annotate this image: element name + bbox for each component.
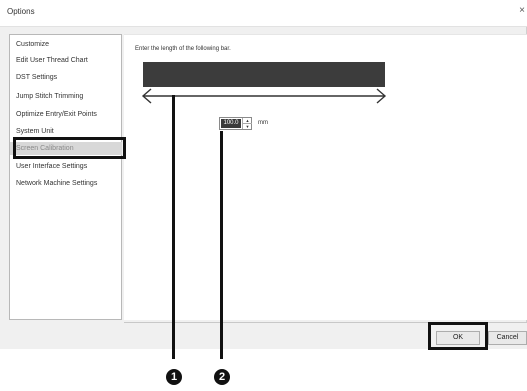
title-bar: Options × bbox=[0, 0, 527, 27]
instruction-text: Enter the length of the following bar. bbox=[135, 46, 231, 52]
measurement-arrow-icon bbox=[141, 88, 387, 104]
window-title: Options bbox=[7, 7, 35, 16]
ok-button-highlight bbox=[428, 322, 488, 350]
callout-line-2 bbox=[220, 131, 223, 359]
sidebar-item-customize[interactable]: Customize bbox=[10, 38, 122, 51]
options-dialog: Options × Customize Edit User Thread Cha… bbox=[0, 0, 527, 349]
options-category-list: Customize Edit User Thread Chart DST Set… bbox=[9, 34, 122, 320]
sidebar-item-user-interface-settings[interactable]: User Interface Settings bbox=[10, 160, 122, 173]
screen-calibration-highlight bbox=[13, 137, 126, 159]
callout-marker-2: 2 bbox=[214, 369, 230, 385]
calibration-bar bbox=[143, 62, 385, 87]
spin-down-icon[interactable]: ▼ bbox=[242, 124, 252, 129]
cancel-button[interactable]: Cancel bbox=[488, 331, 527, 345]
callout-marker-1: 1 bbox=[166, 369, 182, 385]
bar-length-value[interactable]: 100.0 bbox=[221, 119, 241, 128]
sidebar-item-dst-settings[interactable]: DST Settings bbox=[10, 71, 122, 84]
sidebar-item-network-machine-settings[interactable]: Network Machine Settings bbox=[10, 177, 122, 190]
callout-line-1 bbox=[172, 95, 175, 359]
unit-label: mm bbox=[258, 120, 268, 126]
bar-length-spinbox[interactable]: 100.0 ▲ ▼ bbox=[219, 117, 252, 130]
close-icon[interactable]: × bbox=[519, 5, 525, 16]
sidebar-item-jump-stitch-trimming[interactable]: Jump Stitch Trimming bbox=[10, 90, 122, 103]
sidebar-item-optimize-entry-exit-points[interactable]: Optimize Entry/Exit Points bbox=[10, 108, 122, 121]
sidebar-item-edit-user-thread-chart[interactable]: Edit User Thread Chart bbox=[10, 54, 122, 67]
